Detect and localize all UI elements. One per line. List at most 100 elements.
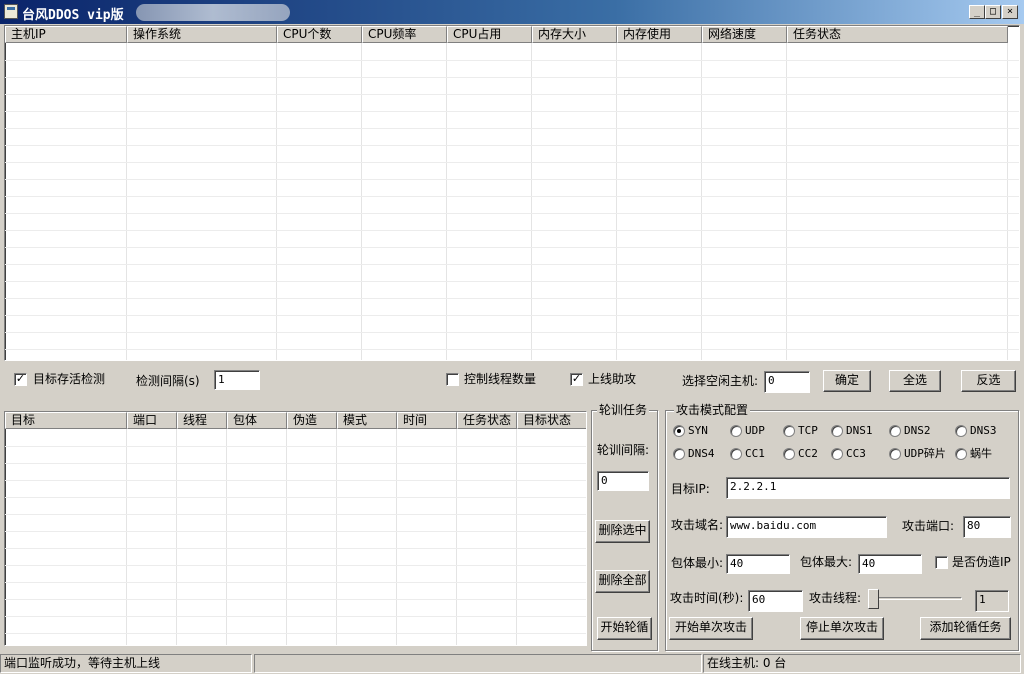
column-header[interactable]: 线程 <box>177 412 227 429</box>
delete-all-button[interactable]: 删除全部 <box>595 570 650 593</box>
blurred-title-region <box>136 4 290 21</box>
attack-mode-radio-dns2[interactable] <box>889 425 901 437</box>
column-header[interactable]: 操作系统 <box>127 26 277 43</box>
alive-check-label: 目标存活检测 <box>33 372 106 386</box>
target-ip-input[interactable]: 2.2.2.1 <box>726 477 1010 499</box>
column-header[interactable]: 内存大小 <box>532 26 617 43</box>
attack-time-label: 攻击时间(秒): <box>670 591 744 605</box>
attack-port-input[interactable]: 80 <box>963 516 1011 538</box>
attack-mode-label: CC3 <box>846 447 866 460</box>
online-assist-label: 上线助攻 <box>588 372 637 386</box>
slider-track <box>870 597 962 600</box>
attack-mode-radio-cc2[interactable] <box>783 448 795 460</box>
host-list[interactable]: 主机IP 操作系统 CPU个数 CPU频率 CPU占用 内存大小 内存使用 网络速度 任务状态 <box>4 25 1020 361</box>
slider-thumb[interactable] <box>868 589 879 609</box>
packet-max-label: 包体最大: <box>800 555 853 569</box>
task-list-header: 目标 端口 线程 包体 伪造 模式 时间 任务状态 目标状态 <box>5 412 586 429</box>
column-header[interactable]: 网络速度 <box>702 26 787 43</box>
attack-mode-radio-dns3[interactable] <box>955 425 967 437</box>
attack-mode-radio-syn[interactable] <box>673 425 685 437</box>
attack-mode-radio-dns1[interactable] <box>831 425 843 437</box>
app-icon <box>4 4 18 19</box>
maximize-button[interactable]: □ <box>985 5 1001 19</box>
host-list-grid <box>5 43 1019 360</box>
idle-host-input[interactable]: 0 <box>764 371 810 393</box>
minimize-button[interactable]: _ <box>969 5 985 19</box>
rotation-interval-input[interactable]: 0 <box>597 471 649 491</box>
column-header[interactable]: CPU个数 <box>277 26 362 43</box>
attack-config-title: 攻击模式配置 <box>674 403 751 417</box>
check-interval-label: 检测间隔(s) <box>136 374 200 388</box>
column-header[interactable]: 目标 <box>5 412 127 429</box>
attack-mode-label: TCP <box>798 424 818 437</box>
attack-threads-value: 1 <box>975 590 1009 612</box>
idle-host-label: 选择空闲主机: <box>682 374 759 388</box>
column-header[interactable]: CPU占用 <box>447 26 532 43</box>
target-ip-label: 目标IP: <box>671 482 710 496</box>
invert-selection-button[interactable]: 反选 <box>961 370 1016 392</box>
start-single-attack-button[interactable]: 开始单次攻击 <box>669 617 753 640</box>
attack-mode-label: DNS3 <box>970 424 997 437</box>
check-interval-input[interactable]: 1 <box>214 370 260 390</box>
attack-mode-radio-cc3[interactable] <box>831 448 843 460</box>
main-window: 台风DDOS vip版 _ □ × 主机IP 操作系统 CPU个数 CPU频率 CPU占… <box>0 0 1024 674</box>
column-header[interactable]: 时间 <box>397 412 457 429</box>
packet-max-input[interactable]: 40 <box>858 554 922 574</box>
attack-mode-radio-dns4[interactable] <box>673 448 685 460</box>
column-header[interactable]: 内存使用 <box>617 26 702 43</box>
column-header[interactable]: 伪造 <box>287 412 337 429</box>
attack-mode-radio-蜗牛[interactable] <box>955 448 967 460</box>
spoof-ip-label: 是否伪造IP <box>952 555 1011 569</box>
column-header[interactable]: 任务状态 <box>457 412 517 429</box>
column-header[interactable]: 端口 <box>127 412 177 429</box>
attack-domain-label: 攻击域名: <box>671 518 724 532</box>
rotation-group-title: 轮训任务 <box>597 403 650 417</box>
start-rotation-button[interactable]: 开始轮循 <box>597 617 652 640</box>
column-header[interactable]: 目标状态 <box>517 412 586 429</box>
attack-threads-label: 攻击线程: <box>809 591 862 605</box>
confirm-button[interactable]: 确定 <box>823 370 871 392</box>
alive-check-checkbox[interactable]: ✓ <box>14 373 27 386</box>
attack-threads-slider[interactable] <box>866 588 966 610</box>
column-header[interactable]: CPU频率 <box>362 26 447 43</box>
attack-mode-radio-cc1[interactable] <box>730 448 742 460</box>
attack-mode-radio-udp碎片[interactable] <box>889 448 901 460</box>
select-all-button[interactable]: 全选 <box>889 370 941 392</box>
task-list[interactable]: 目标 端口 线程 包体 伪造 模式 时间 任务状态 目标状态 <box>4 411 587 646</box>
attack-mode-radio-udp[interactable] <box>730 425 742 437</box>
attack-mode-radio-tcp[interactable] <box>783 425 795 437</box>
attack-mode-label: CC1 <box>745 447 765 460</box>
add-rotation-task-button[interactable]: 添加轮循任务 <box>920 617 1011 640</box>
packet-min-label: 包体最小: <box>671 556 724 570</box>
attack-port-label: 攻击端口: <box>902 519 955 533</box>
window-title: 台风DDOS vip版 <box>22 8 124 23</box>
attack-mode-label: 蜗牛 <box>970 447 992 460</box>
attack-mode-label: CC2 <box>798 447 818 460</box>
rotation-interval-label: 轮训间隔: <box>597 443 650 457</box>
status-message: 端口监听成功，等待主机上线 <box>0 654 252 673</box>
delete-selected-button[interactable]: 删除选中 <box>595 520 650 543</box>
column-header[interactable]: 任务状态 <box>787 26 1008 43</box>
online-assist-checkbox[interactable]: ✓ <box>570 373 583 386</box>
attack-mode-label: SYN <box>688 424 708 437</box>
thread-control-checkbox[interactable] <box>446 373 459 386</box>
task-list-grid <box>5 429 586 645</box>
spoof-ip-checkbox[interactable] <box>935 556 948 569</box>
column-header[interactable]: 主机IP <box>5 26 127 43</box>
attack-mode-label: UDP碎片 <box>904 447 946 460</box>
packet-min-input[interactable]: 40 <box>726 554 790 574</box>
column-header[interactable]: 模式 <box>337 412 397 429</box>
attack-domain-input[interactable]: www.baidu.com <box>726 516 887 538</box>
thread-control-label: 控制线程数量 <box>464 372 537 386</box>
title-bar[interactable]: 台风DDOS vip版 _ □ × <box>0 0 1024 24</box>
attack-mode-label: UDP <box>745 424 765 437</box>
stop-single-attack-button[interactable]: 停止单次攻击 <box>800 617 884 640</box>
host-list-header: 主机IP 操作系统 CPU个数 CPU频率 CPU占用 内存大小 内存使用 网络速度 任务状态 <box>5 26 1008 43</box>
attack-mode-label: DNS4 <box>688 447 715 460</box>
attack-mode-label: DNS2 <box>904 424 931 437</box>
close-button[interactable]: × <box>1002 5 1018 19</box>
attack-mode-label: DNS1 <box>846 424 873 437</box>
online-hosts-count: 在线主机: 0 台 <box>703 654 1021 673</box>
column-header[interactable]: 包体 <box>227 412 287 429</box>
attack-time-input[interactable]: 60 <box>748 590 803 612</box>
